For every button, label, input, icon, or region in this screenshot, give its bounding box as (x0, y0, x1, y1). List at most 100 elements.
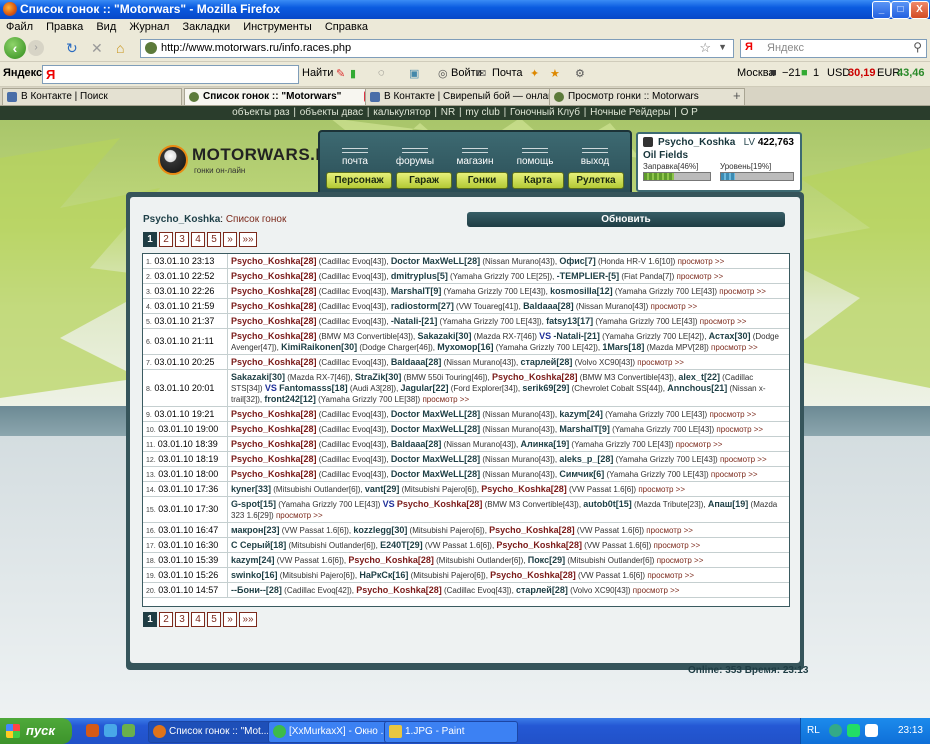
racer-name[interactable]: G-spot[15] (231, 499, 276, 509)
top-link[interactable]: NR (441, 107, 455, 118)
pencil-icon[interactable]: ✎ (336, 67, 345, 80)
racer-name[interactable]: KimiRaikonen[30] (281, 342, 357, 352)
top-link[interactable]: О Р (681, 107, 698, 118)
racer-name[interactable]: Psycho_Koshka[28] (231, 409, 317, 419)
page-link[interactable]: » (223, 612, 237, 627)
chat-icon[interactable]: ◌ (378, 67, 385, 79)
page-link[interactable]: 4 (191, 232, 205, 247)
racer-name[interactable]: E240T[29] (380, 540, 423, 550)
user-name[interactable]: Psycho_Koshka (658, 137, 735, 148)
top-link[interactable]: калькулятор (373, 107, 430, 118)
find-button[interactable]: Найти (302, 67, 333, 79)
racer-name[interactable]: 1Mars[18] (602, 342, 644, 352)
tray-volume-icon[interactable] (865, 724, 878, 737)
top-link[interactable]: объекты раз (232, 107, 289, 118)
racer-name[interactable]: Psycho_Koshka[28] (356, 585, 442, 595)
menu-edit[interactable]: Правка (46, 19, 83, 35)
racer-name[interactable]: -TEMPLIER-[5] (557, 271, 620, 281)
user-club[interactable]: Oil Fields (643, 150, 688, 161)
view-race-link[interactable]: просмотр >> (720, 455, 767, 464)
racer-name[interactable]: vant[29] (365, 484, 400, 494)
tab-race-view[interactable]: Просмотр гонки :: Motorwars (549, 88, 745, 105)
site-logo[interactable]: MOTORWARS.RU гонки он-лайн (158, 142, 340, 178)
nav-races-button[interactable]: Гонки (456, 172, 508, 189)
screenshot-icon[interactable]: ▣ (409, 67, 419, 80)
nav-garage-button[interactable]: Гараж (396, 172, 452, 189)
view-race-link[interactable]: просмотр >> (638, 485, 685, 494)
tray-network-icon[interactable] (829, 724, 842, 737)
racer-name[interactable]: Psycho_Koshka[28] (496, 540, 582, 550)
racer-name[interactable]: Doctor MaxWeLL[28] (391, 409, 480, 419)
racer-name[interactable]: MarshalT[9] (559, 424, 610, 434)
menu-bookmarks[interactable]: Закладки (183, 19, 231, 35)
nav-help[interactable]: помощь (510, 148, 560, 167)
racer-name[interactable]: swinko[16] (231, 570, 278, 580)
heading-user[interactable]: Psycho_Koshka (143, 214, 220, 225)
racer-name[interactable]: Psycho_Koshka[28] (231, 424, 317, 434)
page-link[interactable]: 1 (143, 232, 157, 247)
view-race-link[interactable]: просмотр >> (654, 541, 701, 550)
close-window-button[interactable]: X (910, 1, 929, 19)
racer-name[interactable]: старлей[28] (516, 585, 568, 595)
task-paint[interactable]: 1.JPG - Paint (384, 721, 518, 743)
window-title-bar[interactable]: Список гонок :: "Motorwars" - Mozilla Fi… (0, 0, 930, 19)
top-link[interactable]: Гоночный Клуб (510, 107, 580, 118)
language-indicator[interactable]: RL (807, 725, 820, 736)
racer-name[interactable]: макрон[23] (231, 525, 280, 535)
task-chat[interactable]: [XxMurkaxX] - Окно ... (268, 721, 402, 743)
racer-name[interactable]: Doctor MaxWeLL[28] (391, 424, 480, 434)
racer-name[interactable]: С Серый[18] (231, 540, 286, 550)
racer-name[interactable]: fatsy13[17] (546, 316, 593, 326)
menu-view[interactable]: Вид (96, 19, 116, 35)
nav-character-button[interactable]: Персонаж (326, 172, 392, 189)
racer-name[interactable]: kosmosilla[12] (550, 286, 613, 296)
racer-name[interactable]: kozzlegg[30] (353, 525, 407, 535)
racer-name[interactable]: Psycho_Koshka[28] (231, 316, 317, 326)
page-link[interactable]: 3 (175, 612, 189, 627)
racer-name[interactable]: Annchous[21] (667, 383, 727, 393)
racer-name[interactable]: -Natali-[21] (391, 316, 438, 326)
racer-name[interactable]: autob0t[15] (583, 499, 632, 509)
racer-name[interactable]: serik69[29] (522, 383, 569, 393)
nav-map-button[interactable]: Карта (512, 172, 564, 189)
menu-tools[interactable]: Инструменты (243, 19, 312, 35)
view-race-link[interactable]: просмотр >> (651, 302, 698, 311)
dropdown-arrow-icon[interactable]: ▼ (718, 42, 727, 52)
view-race-link[interactable]: просмотр >> (678, 257, 725, 266)
view-race-link[interactable]: просмотр >> (716, 425, 763, 434)
minimize-button[interactable]: _ (872, 1, 891, 19)
racer-name[interactable]: Psycho_Koshka[28] (489, 525, 575, 535)
view-race-link[interactable]: просмотр >> (646, 526, 693, 535)
top-link[interactable]: объекты двас (300, 107, 363, 118)
bookmark-star-icon[interactable]: ☆ (699, 40, 711, 56)
page-link[interactable]: 4 (191, 612, 205, 627)
view-race-link[interactable]: просмотр >> (633, 586, 680, 595)
racer-name[interactable]: Psycho_Koshka[28] (231, 301, 317, 311)
mail-button[interactable]: Почта (492, 67, 523, 79)
search-input[interactable]: Я Яндекс ⚲ (740, 39, 927, 58)
page-link[interactable]: 5 (207, 232, 221, 247)
menu-file[interactable]: Файл (6, 19, 33, 35)
racer-name[interactable]: старлей[28] (521, 357, 573, 367)
back-arrow-icon[interactable]: ‹ (4, 37, 26, 59)
racer-name[interactable]: Psycho_Koshka[28] (231, 256, 317, 266)
racer-name[interactable]: Doctor MaxWeLL[28] (391, 454, 480, 464)
racer-name[interactable]: Psycho_Koshka[28] (231, 331, 317, 341)
page-link[interactable]: 2 (159, 232, 173, 247)
new-tab-icon[interactable]: + (733, 88, 741, 103)
racer-name[interactable]: Psycho_Koshka[28] (231, 286, 317, 296)
top-link[interactable]: Ночные Рейдеры (590, 107, 670, 118)
racer-name[interactable]: radiostorm[27] (391, 301, 454, 311)
mail-count[interactable]: 1 (813, 67, 819, 79)
view-race-link[interactable]: просмотр >> (711, 343, 758, 352)
firefox-quicklaunch-icon[interactable] (86, 724, 99, 737)
racer-name[interactable]: Астах[30] (709, 331, 751, 341)
search-icon[interactable]: ⚲ (913, 40, 922, 54)
view-race-link[interactable]: просмотр >> (647, 571, 694, 580)
task-firefox[interactable]: Список гонок :: "Mot... (148, 721, 286, 743)
page-link[interactable]: »» (239, 232, 257, 247)
page-link[interactable]: 2 (159, 612, 173, 627)
yandex-search-input[interactable]: Я (42, 65, 299, 84)
page-link[interactable]: 3 (175, 232, 189, 247)
gift-icon[interactable]: ✦ (530, 67, 539, 80)
